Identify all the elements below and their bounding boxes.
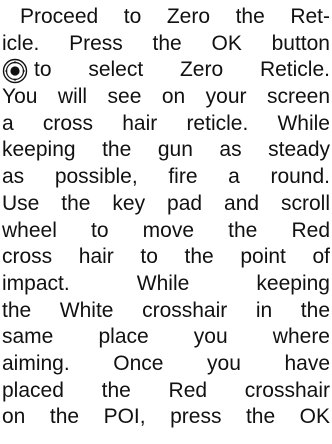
text-line: impact. While keeping <box>2 271 330 295</box>
text-line: to select Zero Reticle. <box>34 58 330 82</box>
instruction-paragraph: Proceed to Zero the Ret- icle. Press the… <box>2 4 330 431</box>
text-line: as possible, fire a round. <box>2 165 330 189</box>
text-line: Use the key pad and scroll <box>2 191 330 215</box>
text-line: same place you where <box>2 325 330 349</box>
text-line: placed the Red crosshair <box>2 378 330 402</box>
text-line: aiming. Once you have <box>2 351 330 375</box>
text-line: You will see on your screen <box>2 85 330 109</box>
ok-button-icon <box>2 58 28 83</box>
text-line: cross hair to the point of <box>2 245 330 269</box>
text-line: keeping the gun as steady <box>2 138 330 162</box>
text-line: icle. Press the OK button <box>2 31 330 55</box>
text-line: the White crosshair in the <box>2 298 330 322</box>
text-line: on the POI, press the OK <box>2 405 330 429</box>
text-line: wheel to move the Red <box>2 218 330 242</box>
text-line: Proceed to Zero the Ret- <box>20 5 330 28</box>
text-line: a cross hair reticle. While <box>2 111 330 135</box>
text-line-with-icon: to select Zero Reticle. <box>2 57 330 84</box>
